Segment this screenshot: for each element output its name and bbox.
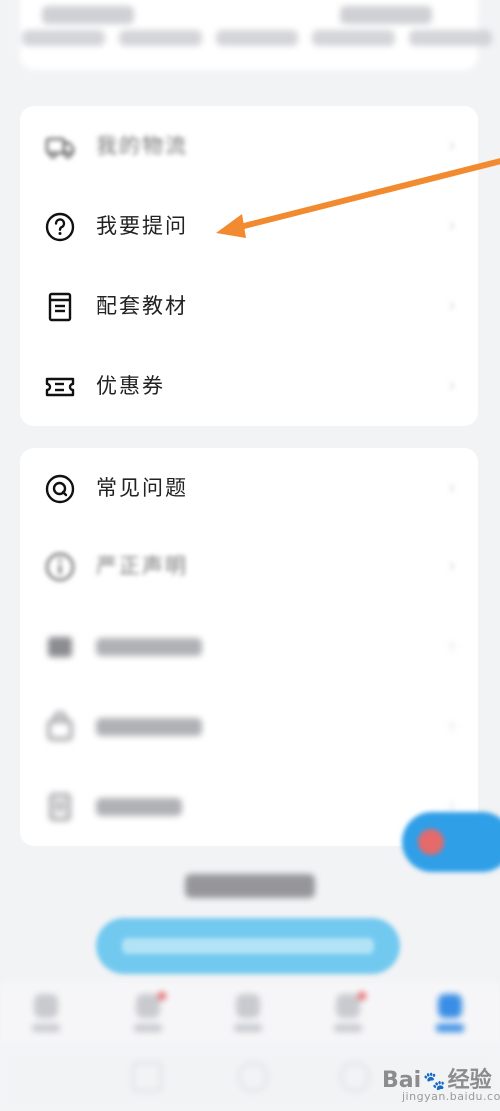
menu-item-label: 常见问题 [96, 476, 188, 500]
order-status-item[interactable] [118, 30, 202, 46]
help-card: 常见问题 › 严正声明 › › › › [20, 448, 478, 846]
order-status-row [22, 30, 492, 52]
info-icon [45, 552, 75, 582]
cta-button[interactable] [96, 918, 400, 974]
floating-service-button[interactable] [402, 812, 500, 872]
chevron-right-icon: › [448, 373, 456, 397]
question-circle-icon [45, 212, 75, 242]
order-status-item[interactable] [22, 30, 105, 46]
nav-menu-button[interactable] [132, 1062, 162, 1092]
home-icon [34, 994, 58, 1018]
bag-icon [47, 711, 73, 741]
tab-label [436, 1024, 464, 1032]
order-status-item[interactable] [312, 30, 396, 46]
tab-icon [336, 994, 360, 1018]
chevron-right-icon: › [448, 475, 456, 499]
tab-me[interactable] [428, 992, 472, 1040]
status-time [42, 6, 134, 24]
tab-third[interactable] [226, 992, 270, 1040]
status-icons [340, 6, 432, 24]
menu-item-label-placeholder [96, 718, 202, 736]
tab-home[interactable] [24, 992, 68, 1040]
bottom-tab-bar [0, 982, 500, 1046]
faq-icon [45, 474, 75, 504]
tab-fourth[interactable] [326, 992, 370, 1040]
menu-item-blurred[interactable]: › [20, 686, 478, 766]
user-icon [438, 994, 462, 1018]
notification-dot [358, 992, 366, 1000]
tab-label [334, 1024, 362, 1032]
tab-label [32, 1024, 60, 1032]
menu-item-blurred[interactable]: › [20, 606, 478, 686]
chevron-right-icon: › [448, 633, 456, 657]
watermark-url: jingyan.baidu.com [402, 1090, 500, 1103]
chevron-right-icon: › [448, 293, 456, 317]
menu-item-ask-question[interactable]: 我要提问 › [20, 186, 478, 266]
nav-back-button[interactable] [340, 1062, 370, 1092]
tab-icon [236, 994, 260, 1018]
tab-label [234, 1024, 262, 1032]
nav-home-button[interactable] [238, 1062, 268, 1092]
chevron-right-icon: › [448, 553, 456, 577]
cta-label-placeholder [122, 938, 374, 954]
menu-item-label: 我的物流 [96, 134, 188, 158]
tab-icon [136, 994, 160, 1018]
status-bar [0, 0, 500, 30]
menu-item-label: 优惠券 [96, 374, 165, 398]
menu-item-label: 我要提问 [96, 214, 188, 238]
menu-item-label: 配套教材 [96, 294, 188, 318]
book-icon [48, 292, 72, 322]
menu-item-faq[interactable]: 常见问题 › [20, 448, 478, 528]
menu-item-label-placeholder [96, 638, 202, 656]
ticket-icon [45, 377, 75, 397]
service-avatar-icon [418, 829, 444, 855]
menu-item-coupons[interactable]: 优惠券 › [20, 346, 478, 426]
tab-second[interactable] [126, 992, 170, 1040]
truck-icon [45, 137, 75, 159]
message-icon [48, 637, 72, 657]
paw-icon: 🐾 [423, 1071, 446, 1092]
menu-item-label: 严正声明 [96, 554, 188, 578]
menu-item-label-placeholder [96, 798, 182, 816]
chevron-right-icon: › [448, 213, 456, 237]
chevron-right-icon: › [448, 133, 456, 157]
order-status-item[interactable] [215, 30, 299, 46]
order-status-item[interactable] [409, 30, 492, 46]
footer-title [185, 874, 315, 898]
notification-dot [158, 992, 166, 1000]
tab-label [134, 1024, 162, 1032]
menu-item-statement[interactable]: 严正声明 › [20, 526, 478, 606]
top-header [0, 0, 500, 95]
services-card: 我的物流 › 我要提问 › 配套教材 › 优惠券 › [20, 106, 478, 426]
menu-item-materials[interactable]: 配套教材 › [20, 266, 478, 346]
document-icon [49, 793, 71, 821]
chevron-right-icon: › [448, 713, 456, 737]
menu-item-logistics[interactable]: 我的物流 › [20, 106, 478, 186]
